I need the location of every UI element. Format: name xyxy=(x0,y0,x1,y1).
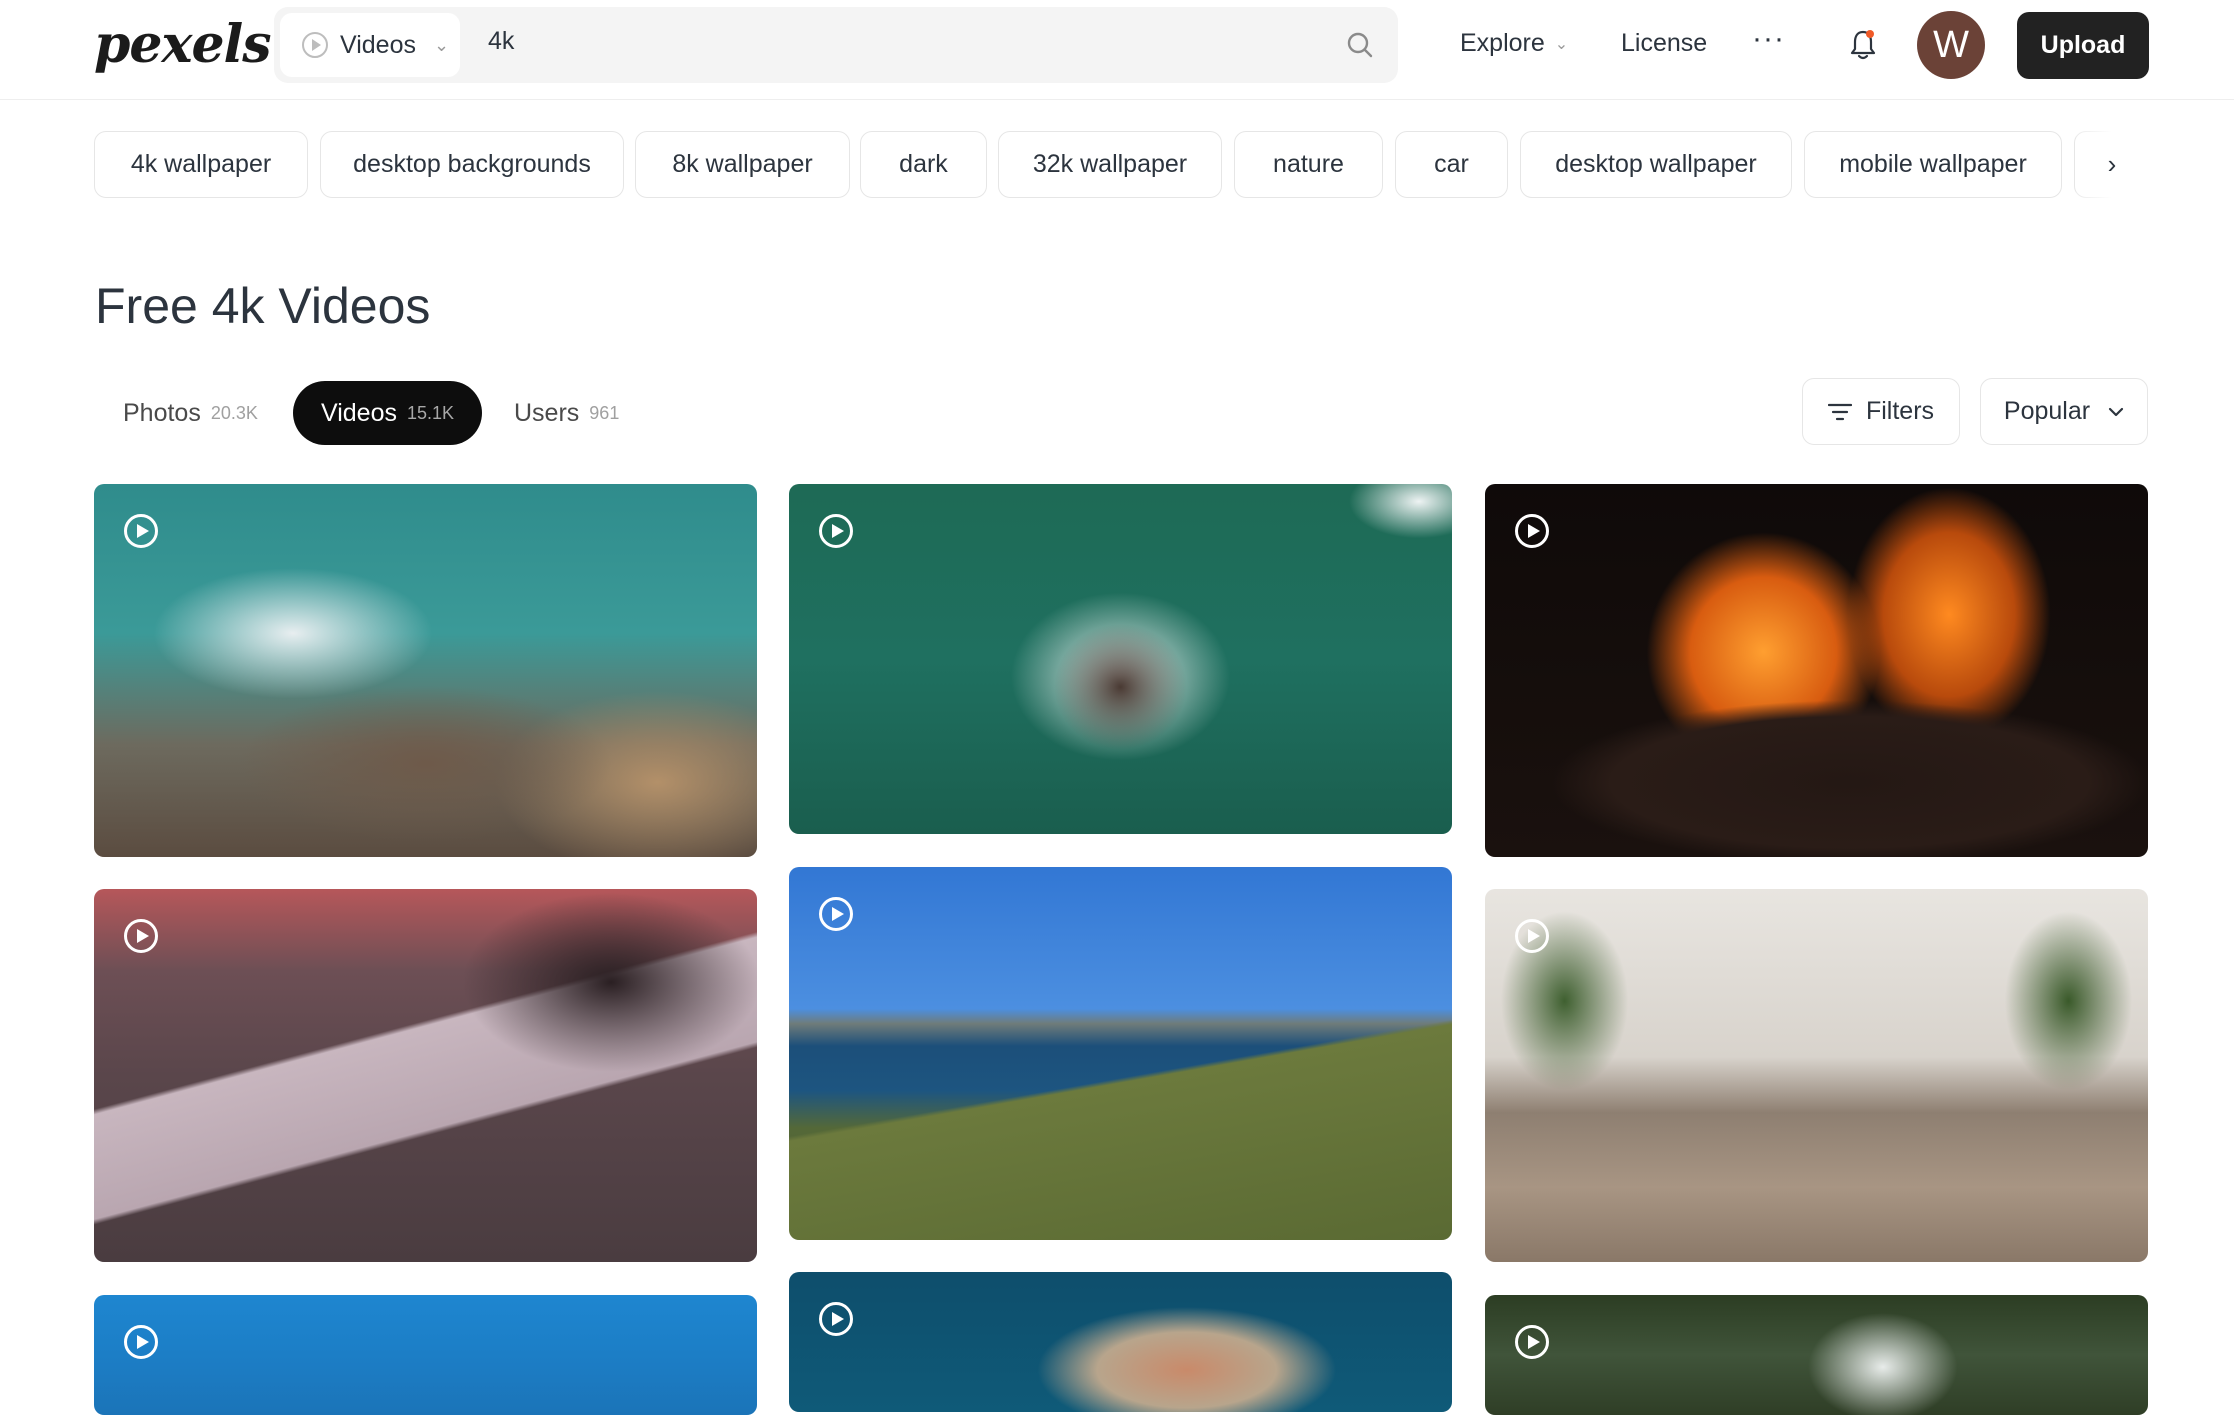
tag-chip[interactable]: 32k wallpaper xyxy=(998,131,1222,198)
tag-chip[interactable]: 8k wallpaper xyxy=(635,131,850,198)
chevron-down-icon: ⌄ xyxy=(434,34,450,55)
video-thumbnail-lake-hills[interactable] xyxy=(789,867,1452,1240)
pexels-logo[interactable]: pexels xyxy=(94,14,272,75)
search-input[interactable]: 4k xyxy=(488,27,514,56)
tag-chip[interactable]: mobile wallpaper xyxy=(1804,131,2062,198)
tag-chip[interactable]: car xyxy=(1395,131,1508,198)
play-icon xyxy=(1515,919,1549,953)
play-icon xyxy=(302,32,328,58)
license-link[interactable]: License xyxy=(1621,29,1707,58)
tab-videos[interactable]: Videos 15.1K xyxy=(293,381,483,445)
tab-count: 961 xyxy=(589,402,620,423)
video-thumbnail-waterfall[interactable] xyxy=(1485,1295,2148,1415)
tab-users[interactable]: Users 961 xyxy=(486,381,647,445)
filters-label: Filters xyxy=(1865,397,1935,425)
video-thumbnail-blue-sea[interactable] xyxy=(94,1295,757,1415)
play-icon xyxy=(819,897,853,931)
chevron-down-icon: ⌄ xyxy=(1554,35,1569,53)
tag-chip[interactable]: desktop backgrounds xyxy=(320,131,624,198)
sort-label: Popular xyxy=(2003,397,2091,425)
play-icon xyxy=(1515,514,1549,548)
upload-button[interactable]: Upload xyxy=(2017,12,2149,79)
explore-label: Explore xyxy=(1460,29,1545,57)
tag-chip[interactable]: nature xyxy=(1234,131,1383,198)
related-tags: 4k wallpaper desktop backgrounds 8k wall… xyxy=(94,131,2148,199)
filters-icon xyxy=(1827,403,1852,420)
video-thumbnail-fireplace[interactable] xyxy=(1485,484,2148,857)
video-thumbnail-rock-island[interactable] xyxy=(789,484,1452,834)
play-icon xyxy=(124,919,158,953)
tag-chip[interactable]: dark xyxy=(860,131,987,198)
top-navbar: pexels Videos ⌄ 4k Explore ⌄ License ···… xyxy=(0,0,2234,100)
chevron-right-icon[interactable]: › xyxy=(2076,131,2148,198)
tag-chip[interactable]: 4k wallpaper xyxy=(94,131,308,198)
bell-icon[interactable] xyxy=(1848,28,1878,62)
page-title: Free 4k Videos xyxy=(95,278,431,334)
chevron-down-icon xyxy=(2108,407,2124,416)
play-icon xyxy=(819,514,853,548)
more-options-icon[interactable]: ··· xyxy=(1752,22,1785,56)
search-icon[interactable] xyxy=(1346,31,1374,59)
user-avatar[interactable]: W xyxy=(1917,11,1985,79)
tab-label: Videos xyxy=(321,398,397,427)
tab-photos[interactable]: Photos 20.3K xyxy=(95,381,286,445)
search-bar[interactable]: Videos ⌄ 4k xyxy=(274,7,1398,83)
explore-menu[interactable]: Explore ⌄ xyxy=(1460,29,1568,58)
search-type-label: Videos xyxy=(340,30,416,59)
sort-dropdown[interactable]: Popular xyxy=(1980,378,2148,445)
play-icon xyxy=(124,1325,158,1359)
filters-button[interactable]: Filters xyxy=(1802,378,1960,445)
video-thumbnail-laptop-typing[interactable] xyxy=(94,889,757,1262)
play-icon xyxy=(819,1302,853,1336)
search-type-selector[interactable]: Videos ⌄ xyxy=(280,13,460,77)
video-thumbnail-coastal-town[interactable] xyxy=(789,1272,1452,1412)
tag-chip[interactable]: desktop wallpaper xyxy=(1520,131,1792,198)
video-thumbnail-ocean-waves[interactable] xyxy=(94,484,757,857)
tab-count: 15.1K xyxy=(407,402,455,423)
tab-count: 20.3K xyxy=(210,402,258,423)
play-icon xyxy=(124,514,158,548)
play-icon xyxy=(1515,1325,1549,1359)
tab-label: Photos xyxy=(123,398,201,427)
tab-label: Users xyxy=(514,398,580,427)
video-thumbnail-fountain[interactable] xyxy=(1485,889,2148,1262)
